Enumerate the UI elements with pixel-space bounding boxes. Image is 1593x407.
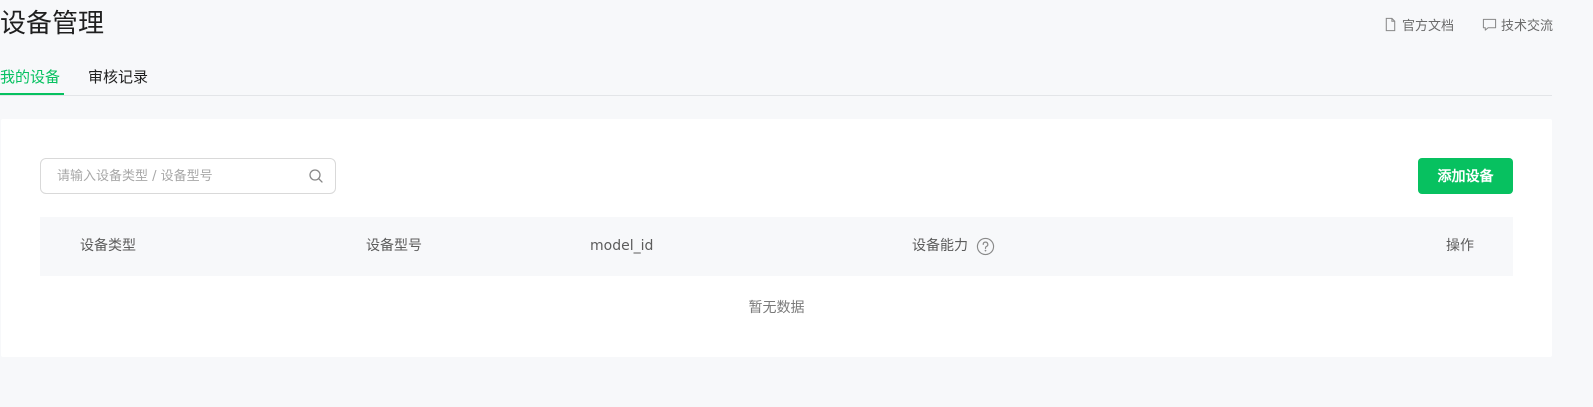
table-header: 设备类型 设备型号 model_id 设备能力 操作 <box>40 217 1513 276</box>
column-header-model-id: model_id <box>590 238 654 254</box>
page-title: 设备管理 <box>0 9 105 39</box>
chat-icon <box>1482 18 1497 31</box>
help-icon[interactable] <box>976 237 995 256</box>
column-header-actions: 操作 <box>1446 238 1474 254</box>
docs-link-label: 官方文档 <box>1401 19 1454 34</box>
search-icon[interactable] <box>308 168 324 184</box>
add-device-button[interactable]: 添加设备 <box>1418 158 1513 194</box>
tab-review-records[interactable]: 审核记录 <box>88 66 148 95</box>
community-link-label: 技术交流 <box>1500 19 1553 34</box>
column-header-device-type: 设备类型 <box>80 238 136 254</box>
search-input[interactable] <box>42 160 302 192</box>
document-icon <box>1385 17 1396 32</box>
device-card: 添加设备 设备类型 设备型号 model_id 设备能力 操作 暂无数据 <box>1 119 1552 357</box>
docs-link[interactable]: 官方文档 <box>1383 15 1454 34</box>
column-header-device-model: 设备型号 <box>366 238 422 254</box>
tab-bar: 我的设备 审核记录 <box>0 62 1552 96</box>
community-link[interactable]: 技术交流 <box>1482 15 1553 34</box>
column-header-capability: 设备能力 <box>912 217 995 276</box>
header-links: 官方文档 技术交流 <box>1383 15 1553 34</box>
search-box <box>40 158 336 194</box>
empty-state-text: 暂无数据 <box>748 300 805 316</box>
tab-my-devices[interactable]: 我的设备 <box>0 66 64 95</box>
device-management-page: 设备管理 官方文档 技术交流 我的设备 审核记录 添加设备 <box>0 0 1593 407</box>
column-header-capability-label: 设备能力 <box>912 238 968 254</box>
